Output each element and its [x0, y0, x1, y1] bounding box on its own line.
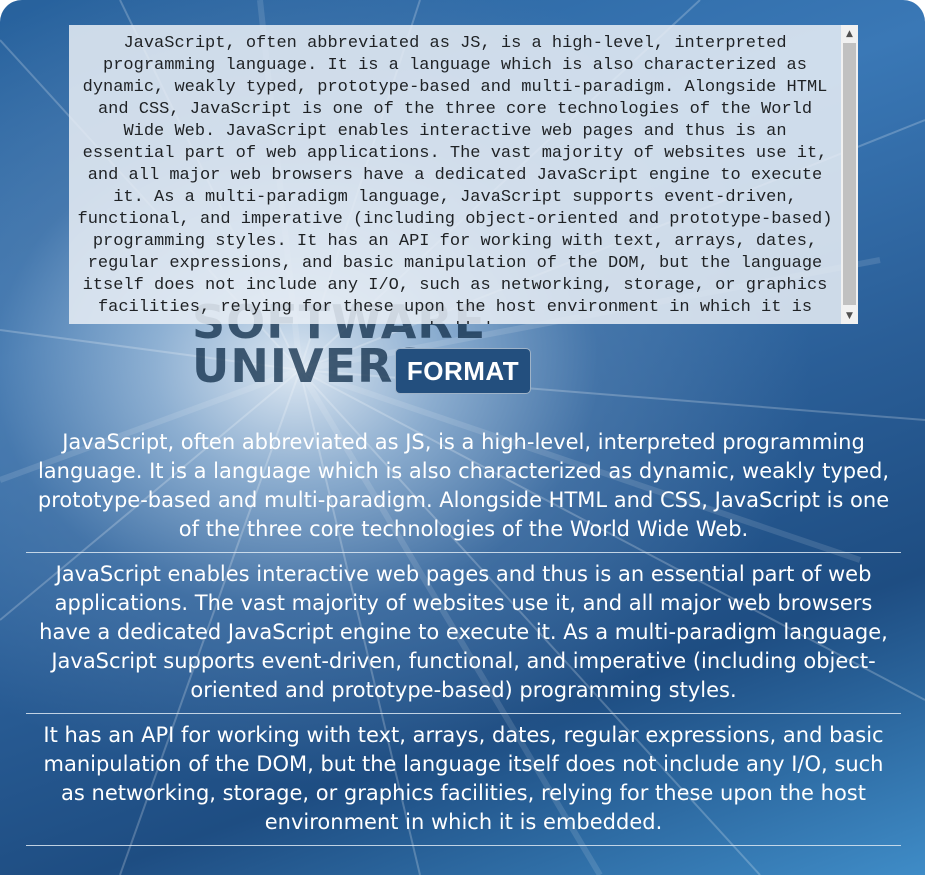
input-textarea[interactable]: JavaScript, often abbreviated as JS, is …	[69, 25, 841, 324]
output-paragraph-2: JavaScript enables interactive web pages…	[26, 560, 901, 714]
textarea-scrollbar[interactable]: ▲ ▼	[841, 25, 858, 324]
page-background: SOFTWARE UNIVERSITY JavaScript, often ab…	[0, 0, 925, 875]
formatted-output: JavaScript, often abbreviated as JS, is …	[26, 428, 901, 853]
scroll-up-arrow-icon[interactable]: ▲	[841, 25, 858, 42]
scrollbar-thumb[interactable]	[843, 43, 856, 305]
input-textarea-container: JavaScript, often abbreviated as JS, is …	[69, 25, 858, 324]
output-paragraph-1: JavaScript, often abbreviated as JS, is …	[26, 428, 901, 553]
scroll-down-arrow-icon[interactable]: ▼	[841, 307, 858, 324]
format-button[interactable]: FORMAT	[395, 348, 531, 394]
output-paragraph-3: It has an API for working with text, arr…	[26, 721, 901, 846]
